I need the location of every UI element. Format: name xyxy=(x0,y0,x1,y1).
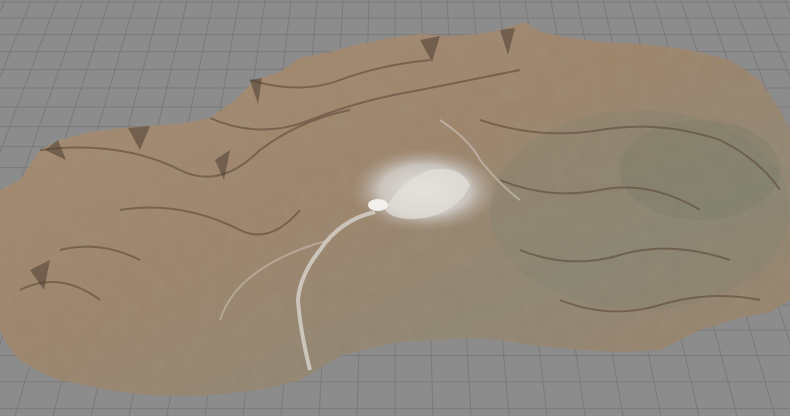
quarry-structure xyxy=(368,199,388,211)
terrain-mesh[interactable] xyxy=(0,0,790,416)
3d-viewport[interactable] xyxy=(0,0,790,416)
